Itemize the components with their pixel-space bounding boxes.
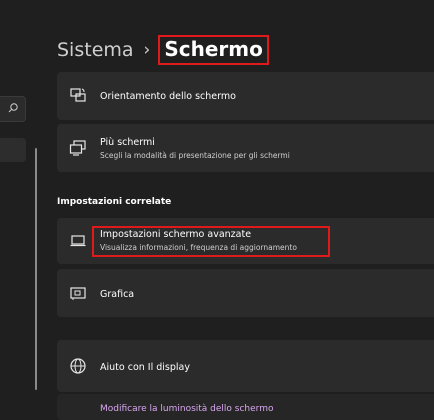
search-icon[interactable] [7,102,19,114]
graphics-card[interactable]: Grafica [57,269,434,317]
advanced-display-card[interactable]: Impostazioni schermo avanzate Visualizza… [57,218,434,264]
breadcrumb-parent[interactable]: Sistema [57,39,134,61]
multiple-displays-description: Scegli la modalità di presentazione per … [100,151,290,160]
graphics-card-icon [70,287,86,300]
scrollbar[interactable] [35,148,37,390]
orientation-card[interactable]: Orientamento dello schermo [57,72,434,120]
sidebar-selected-item[interactable] [0,138,26,162]
multiple-displays-icon [69,140,86,156]
screen-rotation-icon [70,88,86,102]
advanced-display-label: Impostazioni schermo avanzate [100,229,252,240]
globe-icon [70,358,86,374]
multiple-displays-card[interactable]: Più schermi Scegli la modalità di presen… [57,124,434,172]
page-title: Schermo [158,35,269,65]
advanced-display-description: Visualizza informazioni, frequenza di ag… [100,243,297,252]
related-settings-heading: Impostazioni correlate [57,197,172,207]
monitor-icon [70,235,86,247]
help-display-label: Aiuto con Il display [100,362,190,373]
brightness-help-link[interactable]: Modificare la luminosità dello schermo [100,404,273,414]
graphics-label: Grafica [100,289,135,300]
breadcrumb-separator: › [143,40,151,60]
multiple-displays-label: Più schermi [100,137,155,148]
help-display-card[interactable]: Aiuto con Il display [57,340,434,392]
breadcrumb: Sistema › Schermo [57,35,269,65]
sidebar-search-box[interactable] [0,96,26,122]
orientation-label: Orientamento dello schermo [100,91,236,102]
